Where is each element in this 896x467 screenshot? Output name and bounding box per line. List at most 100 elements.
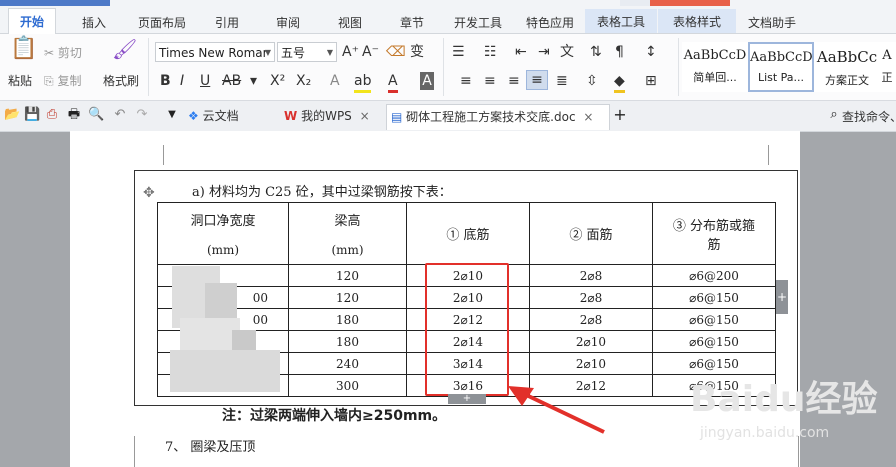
save-icon[interactable]: 💾 [24,107,40,123]
line-spacing-icon[interactable]: ↕ [645,43,657,61]
tab-page-layout[interactable]: 页面布局 [132,14,192,32]
tab-section[interactable]: 章节 [390,14,434,32]
tab-references[interactable]: 引用 [205,14,249,32]
ribbon-tab-bar: 开始 插入 页面布局 引用 审阅 视图 章节 开发工具 特色应用 表格工具 表格… [0,0,896,34]
superscript-icon[interactable]: X² [270,72,285,90]
close-icon[interactable]: × [360,109,370,123]
align-left-icon[interactable]: ≡ [460,72,472,90]
doc-tab-mywps[interactable]: W 我的WPS × [284,104,380,129]
bold-icon[interactable]: B [160,72,171,90]
font-name-value: Times New Romar [159,46,268,60]
style-scheme-body[interactable]: AaBbCc 方案正文 [814,42,880,92]
increase-indent-icon[interactable]: ⇥ [538,43,550,61]
format-painter-button[interactable]: 格式刷 [103,72,139,89]
cell-top: 2⌀8 [529,308,653,331]
header-opening-width: 洞口净宽度 (mm) [157,202,289,265]
strikethrough-icon[interactable]: AB [222,72,241,90]
table-header-row: 洞口净宽度 (mm) 梁高 (mm) ① 底筋 ② 面筋 ③ 分布筋或箍 筋 [157,202,776,265]
tab-features[interactable]: 特色应用 [520,14,580,32]
ribbon-divider [443,38,444,96]
tab-table-style[interactable]: 表格样式 [658,9,736,33]
chinese-layout-icon[interactable]: 文 [560,43,574,61]
close-icon[interactable]: × [583,110,593,124]
note-text: 注：过梁两端伸入墙内≥250mm。 [222,408,447,424]
italic-icon[interactable]: I [180,72,184,90]
search-icon[interactable]: ⌕ [826,107,842,123]
export-pdf-icon[interactable]: ⎙ [44,107,60,123]
highlight-icon[interactable]: ab [354,72,372,93]
text-effect-icon[interactable]: A [330,72,340,90]
style-name: 方案正文 [825,74,869,87]
style-name: 正 [881,71,893,84]
open-folder-icon[interactable]: 📂 [4,107,20,123]
print-icon[interactable]: 🖶 [66,107,82,123]
wps-logo-icon: W [284,109,298,123]
distributed-icon[interactable]: ≣ [556,72,568,90]
tab-table-tools[interactable]: 表格工具 [585,9,657,33]
print-preview-icon[interactable]: 🔍 [88,107,104,123]
font-size-combo[interactable]: 五号 ▼ [277,42,337,62]
annotation-arrow-icon [508,386,605,434]
show-marks-icon[interactable]: ¶ [615,43,624,61]
table-caption: a) 材料均为 C25 砼，其中过梁钢筋按下表： [192,185,452,200]
style-list-paragraph[interactable]: AaBbCcD List Pa... [748,42,814,92]
doc-tab-cloud[interactable]: ❖ 云文档 [188,104,280,129]
justify-icon[interactable]: ≡ [526,70,548,90]
shrink-font-icon[interactable]: A⁻ [362,43,379,61]
copy-icon: ⎘ [44,74,54,88]
add-row-button[interactable]: + [448,394,486,404]
underline-icon[interactable]: U [200,72,210,90]
doc-tab-label: 我的WPS [301,109,352,123]
cell-dist: ⌀6@150 [652,308,776,331]
chevron-down-icon[interactable]: ▾ [250,72,257,90]
font-color-icon[interactable]: A [388,72,398,93]
copy-label: 复制 [57,74,82,88]
borders-icon[interactable]: ⊞ [645,72,657,90]
align-right-icon[interactable]: ≡ [508,72,520,90]
undo-icon[interactable]: ↶ [112,107,128,123]
header-top-bar: ② 面筋 [529,202,653,265]
tab-view[interactable]: 视图 [328,14,372,32]
tab-doc-assistant[interactable]: 文档助手 [740,14,804,32]
decrease-indent-icon[interactable]: ⇤ [515,43,527,61]
section-heading: 7、 圈梁及压顶 [165,440,256,455]
tab-insert[interactable]: 插入 [72,14,116,32]
sort-icon[interactable]: ⇅ [590,43,602,61]
bullet-list-icon[interactable]: ☰ [452,43,465,61]
chevron-down-icon[interactable]: ▼ [164,107,180,123]
cell-top: 2⌀10 [529,352,653,375]
phonetic-icon[interactable]: 变 [410,43,424,61]
tab-review[interactable]: 审阅 [266,14,310,32]
redo-icon[interactable]: ↷ [134,107,150,123]
mosaic-blur [170,350,280,392]
copy-button[interactable]: ⎘ 复制 [44,72,81,89]
shading-icon[interactable]: ◆ [614,72,625,93]
cut-button[interactable]: ✂ 剪切 [44,44,82,61]
char-shading-icon[interactable]: A [420,72,434,90]
cloud-icon: ❖ [188,109,199,123]
paste-icon[interactable]: 📋 [10,38,37,66]
style-preview: AaBbCcD [683,48,747,63]
clear-format-icon[interactable]: ⌫ [386,43,406,61]
align-center-icon[interactable]: ≡ [484,72,496,90]
highlight-box [425,263,509,396]
paste-button[interactable]: 粘贴 [8,72,32,89]
tab-home[interactable]: 开始 [8,8,56,34]
tab-developer[interactable]: 开发工具 [448,14,508,32]
header-line: ③ 分布筋或箍 [672,218,756,234]
paragraph-icon[interactable]: ⇳ [586,72,598,90]
add-column-button[interactable]: + [776,280,788,314]
style-simple-reply[interactable]: AaBbCcD 简单回... [682,42,748,92]
numbered-list-icon[interactable]: ☷ [484,43,497,61]
doc-tab-current[interactable]: ▤ 砌体工程施工方案技术交底.doc × [386,104,610,130]
grow-font-icon[interactable]: A⁺ [342,43,359,61]
cell-height: 120 [288,286,407,309]
font-name-combo[interactable]: Times New Romar ▼ [155,42,275,62]
subscript-icon[interactable]: X₂ [296,72,311,90]
table-move-handle-icon[interactable]: ✥ [143,185,155,201]
mosaic-blur [232,330,256,350]
format-painter-icon[interactable]: 🖌 [112,39,137,59]
style-normal[interactable]: A 正 [878,42,896,92]
new-tab-plus-icon[interactable]: + [612,107,628,123]
command-search[interactable]: 查找命令、 [842,108,896,125]
